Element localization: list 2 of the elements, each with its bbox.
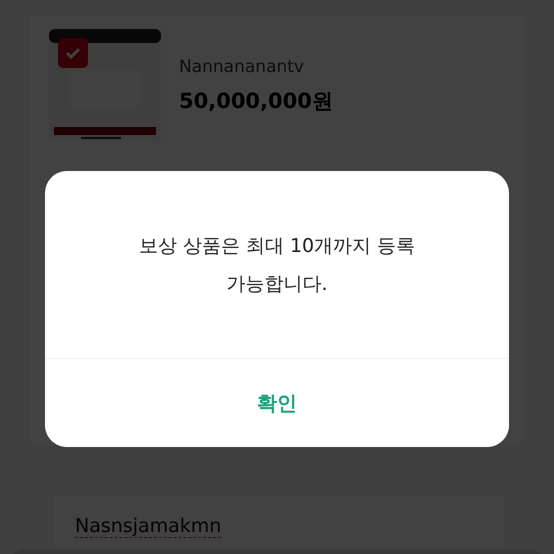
dialog-message: 보상 상품은 최대 10개까지 등록 가능합니다.: [138, 234, 416, 296]
product-price: 50,000,000원: [179, 88, 333, 115]
